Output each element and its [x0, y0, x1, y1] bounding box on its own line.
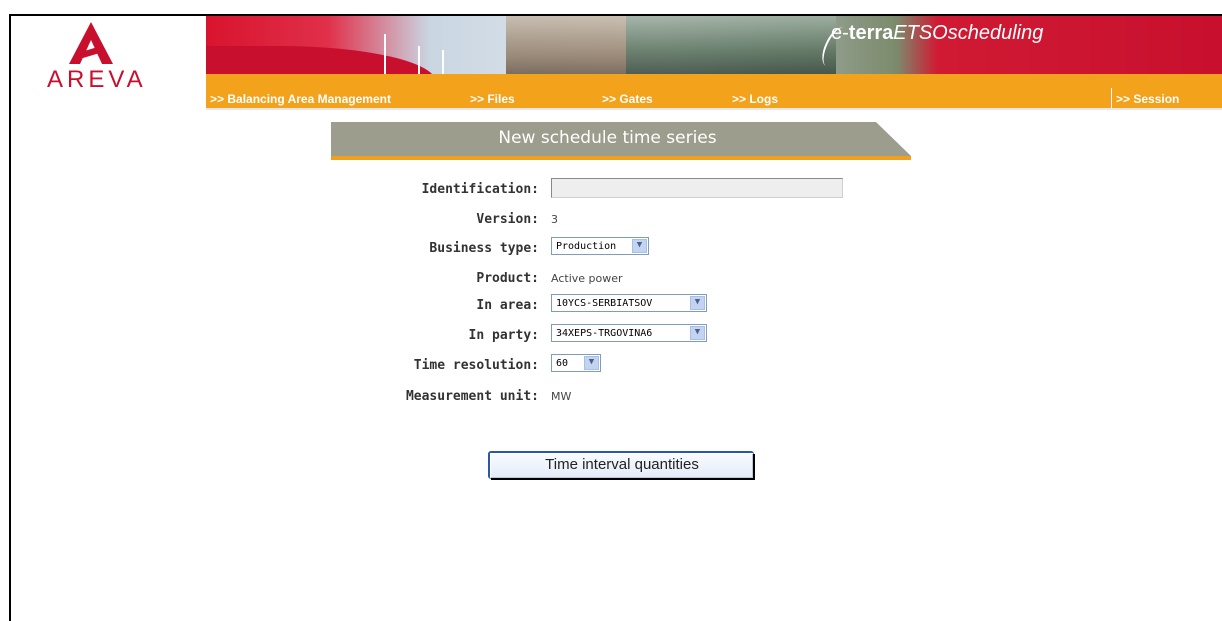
row-identification: Identification: — [11, 178, 911, 202]
measurement-unit-value: MW — [551, 390, 572, 403]
in-party-label: In party: — [468, 328, 539, 343]
chevron-down-icon[interactable]: ▼ — [584, 356, 599, 370]
business-type-value: Production — [556, 240, 617, 252]
product-label: Product: — [476, 271, 539, 286]
product-value: Active power — [551, 272, 623, 285]
row-in-party: In party: 34XEPS-TRGOVINA6 ▼ — [11, 324, 911, 348]
nav-logs[interactable]: >> Logs — [732, 92, 778, 106]
version-value: 3 — [551, 213, 558, 226]
nav-balancing-area-management[interactable]: >> Balancing Area Management — [210, 92, 391, 106]
logo-area: AREVA — [11, 16, 206, 108]
wind-turbine-icon — [384, 34, 386, 74]
chevron-down-icon[interactable]: ▼ — [632, 239, 647, 253]
row-in-area: In area: 10YCS-SERBIATSOV ▼ — [11, 294, 911, 318]
row-product: Product: Active power — [11, 267, 911, 291]
business-type-label: Business type: — [429, 241, 539, 256]
measurement-unit-label: Measurement unit: — [405, 389, 539, 404]
row-business-type: Business type: Production ▼ — [11, 237, 911, 261]
wind-turbine-icon — [418, 46, 420, 74]
nav-session[interactable]: >> Session — [1116, 92, 1179, 106]
chevron-down-icon[interactable]: ▼ — [690, 326, 705, 340]
in-party-select[interactable]: 34XEPS-TRGOVINA6 ▼ — [551, 324, 707, 342]
in-area-label: In area: — [476, 298, 539, 313]
main-nav: >> Balancing Area Management >> Files >>… — [206, 74, 1222, 110]
banner-photo-substation — [506, 16, 626, 74]
banner-photo-workers — [626, 16, 836, 74]
in-area-value: 10YCS-SERBIATSOV — [556, 297, 653, 309]
chevron-down-icon[interactable]: ▼ — [690, 296, 705, 310]
identification-label: Identification: — [421, 182, 539, 197]
application-window: AREVA e-terraETSOscheduling >> Balancing… — [9, 14, 1222, 621]
business-type-select[interactable]: Production ▼ — [551, 237, 649, 255]
wind-turbine-icon — [442, 50, 444, 74]
areva-logo-icon — [69, 22, 113, 64]
identification-input[interactable] — [551, 178, 843, 198]
page-title: New schedule time series — [498, 128, 717, 148]
version-label: Version: — [476, 212, 539, 227]
time-interval-quantities-button[interactable]: Time interval quantities — [490, 453, 754, 479]
in-area-select[interactable]: 10YCS-SERBIATSOV ▼ — [551, 294, 707, 312]
logo-text: AREVA — [47, 66, 147, 93]
nav-files[interactable]: >> Files — [470, 92, 515, 106]
row-measurement-unit: Measurement unit: MW — [11, 385, 911, 409]
product-logo: e-terraETSOscheduling — [817, 22, 1044, 74]
row-time-resolution: Time resolution: 60 ▼ — [11, 354, 911, 378]
time-resolution-value: 60 — [556, 357, 569, 369]
time-resolution-select[interactable]: 60 ▼ — [551, 354, 601, 372]
header-banner: e-terraETSOscheduling — [206, 16, 1222, 74]
row-version: Version: 3 — [11, 208, 911, 232]
time-resolution-label: Time resolution: — [413, 358, 539, 373]
nav-divider — [1111, 88, 1112, 110]
title-bar-underline — [331, 156, 911, 160]
product-terra: terra — [848, 22, 894, 44]
page-title-bar: New schedule time series — [331, 122, 911, 160]
product-name: ETSOscheduling — [893, 22, 1044, 44]
in-party-value: 34XEPS-TRGOVINA6 — [556, 327, 653, 339]
nav-gates[interactable]: >> Gates — [602, 92, 653, 106]
